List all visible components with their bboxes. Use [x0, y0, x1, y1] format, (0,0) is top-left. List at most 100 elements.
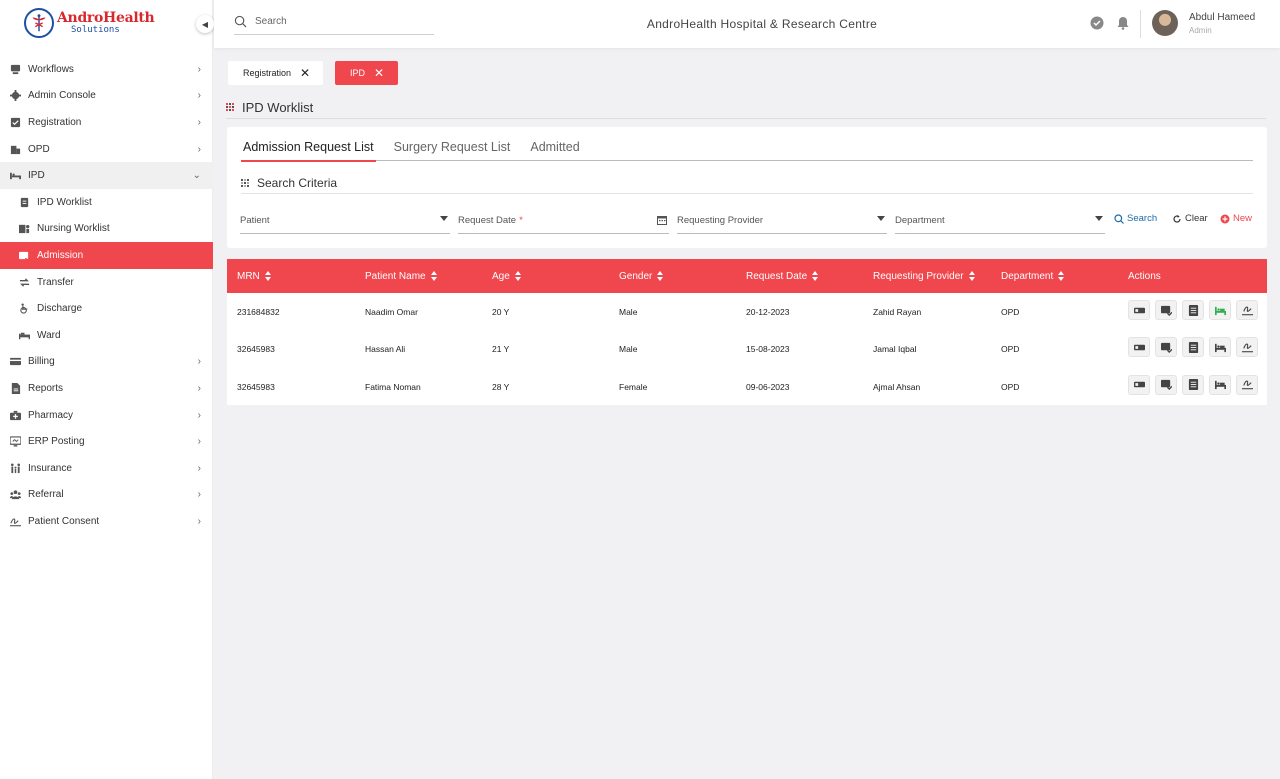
id-card-icon	[1133, 381, 1145, 388]
sidebar-item-label: IPD	[28, 170, 45, 182]
column-gender[interactable]: Gender	[619, 271, 664, 282]
cell-department: OPD	[1001, 344, 1020, 355]
assign-bed-button[interactable]	[1209, 300, 1231, 320]
column-mrn[interactable]: MRN	[237, 271, 272, 282]
verified-icon[interactable]	[1090, 16, 1104, 30]
new-button[interactable]: New	[1220, 213, 1252, 224]
column-label: Request Date	[746, 270, 808, 282]
open-tab-ipd[interactable]: IPD ✕	[335, 61, 398, 85]
table-row[interactable]: 231684832 Naadim Omar 20 Y Male 20-12-20…	[227, 293, 1267, 330]
column-patient-name[interactable]: Patient Name	[365, 271, 438, 282]
patient-card-button[interactable]	[1128, 374, 1150, 395]
chevron-right-icon: ›	[197, 515, 201, 527]
calendar-icon[interactable]	[657, 215, 667, 225]
request-date-field[interactable]: Request Date *	[458, 207, 669, 234]
sidebar-item-nursing-worklist[interactable]: Nursing Worklist	[0, 216, 213, 243]
clear-button[interactable]: Clear	[1172, 213, 1208, 224]
avatar[interactable]	[1152, 10, 1178, 36]
open-tab-label: IPD	[350, 68, 366, 78]
cell-mrn: 32645983	[237, 381, 275, 392]
sidebar-item-discharge[interactable]: Discharge	[0, 295, 213, 322]
column-requesting-provider[interactable]: Requesting Provider	[873, 271, 976, 282]
sidebar-item-insurance[interactable]: Insurance ›	[0, 455, 213, 482]
chevron-right-icon: ›	[197, 143, 201, 155]
column-department[interactable]: Department	[1001, 271, 1065, 282]
column-request-date[interactable]: Request Date	[746, 271, 819, 282]
app-logo[interactable]: AndroHealth Solutions	[24, 8, 155, 38]
bed-icon	[1214, 306, 1226, 315]
sidebar-item-billing[interactable]: Billing ›	[0, 349, 213, 376]
requesting-provider-label: Requesting Provider	[677, 214, 764, 226]
cell-gender: Male	[619, 307, 638, 317]
sidebar-item-label: OPD	[28, 143, 50, 155]
table-row[interactable]: 32645983 Fatima Noman 28 Y Female 09-06-…	[227, 368, 1267, 405]
sidebar-item-referral[interactable]: Referral ›	[0, 482, 213, 509]
sidebar-item-patient-consent[interactable]: Patient Consent ›	[0, 508, 213, 535]
close-icon[interactable]: ✕	[374, 66, 384, 80]
tab-surgery-request-list[interactable]: Surgery Request List	[392, 138, 513, 160]
sidebar-item-label: Billing	[28, 356, 55, 368]
admission-button[interactable]	[1155, 374, 1177, 395]
search-criteria-header: Search Criteria	[241, 173, 1253, 194]
caret-down-icon	[1095, 216, 1103, 221]
admission-button[interactable]	[1155, 300, 1177, 320]
sidebar-item-admin-console[interactable]: Admin Console ›	[0, 83, 213, 110]
chevron-right-icon: ›	[197, 409, 201, 421]
workflow-icon	[9, 63, 21, 75]
sidebar-nav: Workflows › Admin Console › Registration…	[0, 56, 213, 535]
patient-card-button[interactable]	[1128, 300, 1150, 320]
chevron-right-icon: ›	[197, 382, 201, 394]
assign-bed-button[interactable]	[1209, 337, 1231, 358]
details-button[interactable]	[1182, 300, 1204, 320]
tab-admission-request-list[interactable]: Admission Request List	[241, 138, 376, 162]
search-button[interactable]: Search	[1114, 213, 1157, 224]
patient-card-button[interactable]	[1128, 337, 1150, 358]
requesting-provider-select[interactable]: Requesting Provider	[677, 207, 887, 234]
sidebar-item-opd[interactable]: OPD ›	[0, 136, 213, 163]
sidebar-item-transfer[interactable]: Transfer	[0, 269, 213, 296]
table-row[interactable]: 32645983 Hassan Ali 21 Y Male 15-08-2023…	[227, 330, 1267, 367]
collapse-sidebar-button[interactable]: ◀	[196, 15, 214, 33]
bell-icon[interactable]	[1116, 16, 1130, 30]
department-label: Department	[895, 214, 945, 226]
sidebar-item-workflows[interactable]: Workflows ›	[0, 56, 213, 83]
cell-department: OPD	[1001, 381, 1020, 392]
open-tab-registration[interactable]: Registration ✕	[228, 61, 323, 85]
logo-title: AndroHealth	[57, 10, 155, 26]
details-button[interactable]	[1182, 337, 1204, 358]
admission-button[interactable]	[1155, 337, 1177, 358]
details-button[interactable]	[1182, 374, 1204, 395]
sort-icon	[968, 271, 976, 281]
sidebar-item-label: Registration	[28, 116, 82, 128]
sort-icon	[430, 271, 438, 281]
consent-button[interactable]	[1236, 374, 1258, 395]
close-icon[interactable]: ✕	[300, 66, 310, 80]
assign-bed-button[interactable]	[1209, 374, 1231, 395]
cell-age: 20 Y	[492, 307, 510, 317]
nurse-icon	[18, 223, 30, 235]
cell-request-date: 09-06-2023	[746, 381, 790, 392]
tab-admitted[interactable]: Admitted	[528, 138, 581, 160]
sidebar-item-pharmacy[interactable]: Pharmacy ›	[0, 402, 213, 429]
consent-button[interactable]	[1236, 300, 1258, 320]
top-bar: AndroHealth Hospital & Research Centre A…	[214, 0, 1280, 48]
sidebar-item-ward[interactable]: Ward	[0, 322, 213, 349]
consent-button[interactable]	[1236, 337, 1258, 358]
user-name[interactable]: Abdul Hameed	[1189, 12, 1255, 23]
sidebar-item-erp-posting[interactable]: ERP Posting ›	[0, 428, 213, 455]
sidebar-item-ipd[interactable]: IPD ⌄	[0, 162, 213, 189]
signature-icon	[9, 515, 21, 527]
cell-age: 21 Y	[492, 344, 510, 355]
sidebar-item-registration[interactable]: Registration ›	[0, 109, 213, 136]
divider	[1140, 10, 1141, 38]
sidebar-item-admission[interactable]: Admission	[0, 242, 213, 269]
column-age[interactable]: Age	[492, 271, 522, 282]
sidebar-item-reports[interactable]: Reports ›	[0, 375, 213, 402]
department-select[interactable]: Department	[895, 207, 1105, 234]
pharmacy-icon	[9, 409, 21, 421]
plus-circle-icon	[1220, 214, 1230, 223]
chevron-right-icon: ›	[197, 356, 201, 368]
sidebar-item-label: Transfer	[37, 276, 74, 288]
patient-select[interactable]: Patient	[240, 207, 450, 234]
sidebar-item-ipd-worklist[interactable]: IPD Worklist	[0, 189, 213, 216]
